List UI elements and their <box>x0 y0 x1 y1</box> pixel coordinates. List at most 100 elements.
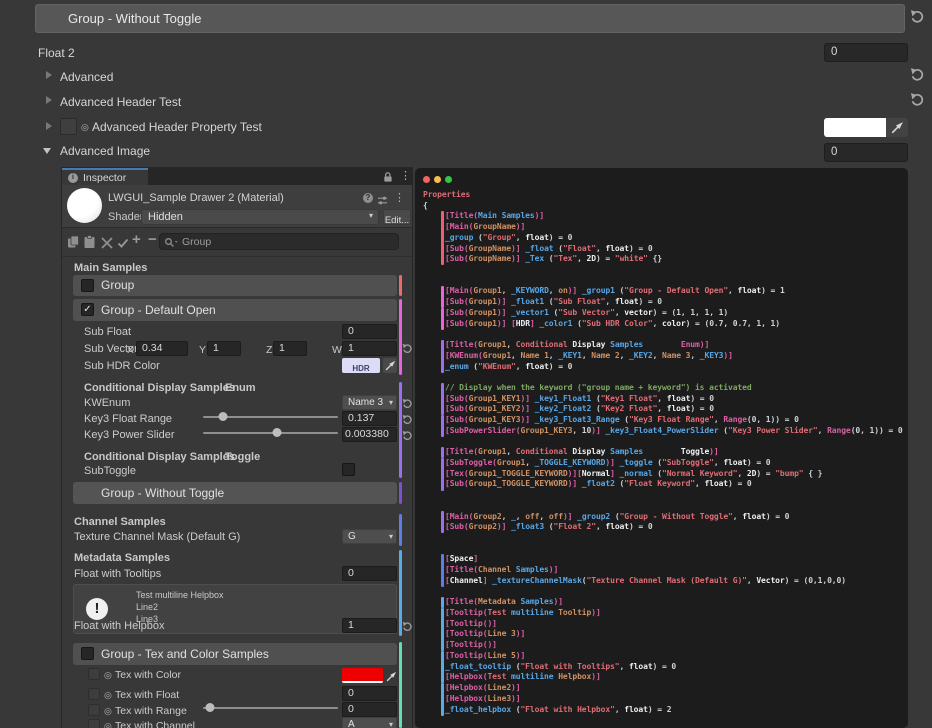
code-line: [Helpbox(Line2)] <box>423 683 908 694</box>
foldout-arrow-icon[interactable] <box>46 122 52 130</box>
search-input[interactable]: Group <box>159 233 399 250</box>
group-toggle-checkbox[interactable] <box>81 279 94 292</box>
group-header-tex-color-samples[interactable]: Group - Tex and Color Samples <box>73 643 397 665</box>
group-header-without-toggle[interactable]: Group - Without Toggle <box>35 4 905 33</box>
code-line: [Tooltip(Line 3)] <box>423 629 908 640</box>
subtoggle-checkbox[interactable] <box>342 463 355 476</box>
tex-with-range-slider[interactable] <box>203 702 338 714</box>
tex-with-float-field[interactable]: 0 <box>342 686 397 701</box>
slider-knob[interactable] <box>273 428 282 437</box>
group-toggle-checkbox[interactable]: ✓ <box>81 303 94 316</box>
lwgui-toolbar: + − Group <box>62 228 412 257</box>
advanced-foldout[interactable]: Advanced <box>60 70 113 84</box>
section-indicator-bar <box>399 642 402 728</box>
code-line: [SubToggle(Group1, _TOGGLE_KEYWORD)] _to… <box>423 458 908 469</box>
tab-label: Inspector <box>83 172 126 184</box>
advanced-header-property-test-foldout[interactable]: Advanced Header Property Test <box>92 120 262 134</box>
tab-inspector[interactable]: i Inspector <box>62 168 148 185</box>
eyedropper-icon[interactable] <box>383 358 397 373</box>
vector-x-field[interactable]: 0.34 <box>136 341 188 356</box>
group-header-default-open[interactable]: ✓ Group - Default Open <box>73 299 397 321</box>
collapse-all-icon[interactable] <box>101 236 113 254</box>
tex-with-channel-dropdown[interactable]: A▾ <box>342 717 397 728</box>
helpbox-line1: Test multiline Helpbox <box>136 590 224 600</box>
section-indicator-bar <box>399 514 402 546</box>
float-with-helpbox-field[interactable]: 1 <box>342 618 397 633</box>
vector-z-field[interactable]: 1 <box>273 341 307 356</box>
tex-with-range-field[interactable]: 0 <box>342 702 397 717</box>
key3-power-slider[interactable] <box>203 427 338 439</box>
revert-icon <box>910 9 925 24</box>
float-with-tooltips-field[interactable]: 0 <box>342 566 397 581</box>
kebab-menu-icon[interactable]: ⋮ <box>400 169 411 182</box>
code-gutter-bar <box>441 318 444 330</box>
foldout-arrow-icon[interactable] <box>46 96 52 104</box>
eyedropper-icon[interactable] <box>386 669 397 687</box>
hdr-color-swatch[interactable]: HDR <box>342 358 380 373</box>
help-icon[interactable]: ? <box>363 193 373 203</box>
foldout-arrow-icon[interactable] <box>46 71 52 79</box>
slider-knob[interactable] <box>219 412 228 421</box>
group-toggle-checkbox[interactable] <box>81 647 94 660</box>
group-header-without-toggle-inner[interactable]: Group - Without Toggle <box>73 482 397 504</box>
slider-knob[interactable] <box>205 703 214 712</box>
revert-button[interactable] <box>402 428 413 446</box>
texture-channel-mask-dropdown[interactable]: G▾ <box>342 529 397 544</box>
kebab-menu-icon[interactable]: ⋮ <box>394 191 405 204</box>
color-swatch[interactable] <box>342 668 383 683</box>
code-gutter-bar <box>441 254 444 266</box>
shader-dropdown[interactable]: Hidden ▾ <box>141 209 379 225</box>
vector-w-field[interactable]: 1 <box>342 341 397 356</box>
window-minimize-button[interactable] <box>434 176 441 183</box>
code-line: [Title(Main Samples)] <box>423 211 908 222</box>
revert-button[interactable] <box>402 341 413 359</box>
color-swatch-control[interactable] <box>824 118 908 137</box>
texture-thumbnail[interactable] <box>88 688 100 700</box>
copy-icon[interactable] <box>67 235 80 254</box>
slider-track[interactable] <box>203 432 338 434</box>
advanced-image-foldout[interactable]: Advanced Image <box>60 144 150 158</box>
screenshot-root: Group - Without Toggle Float 2 0 Advance… <box>0 0 932 728</box>
color-swatch[interactable] <box>824 118 886 137</box>
search-icon <box>164 236 178 254</box>
code-line: [Title(Metadata Samples)] <box>423 597 908 608</box>
property-checkbox[interactable] <box>60 118 77 135</box>
advanced-header-test-foldout[interactable]: Advanced Header Test <box>60 95 181 109</box>
revert-button[interactable] <box>910 9 925 29</box>
group-header-group[interactable]: Group <box>73 275 397 296</box>
material-preview-sphere[interactable] <box>67 188 102 223</box>
section-conditional-enum-right: Enum <box>225 382 256 394</box>
key3-float-range-slider[interactable] <box>203 411 338 423</box>
kwenum-dropdown[interactable]: Name 3▾ <box>342 395 397 410</box>
advanced-image-field[interactable]: 0 <box>824 143 908 162</box>
vector-x-label: X <box>127 344 134 356</box>
chevron-down-icon: ▾ <box>389 396 393 409</box>
revert-button[interactable] <box>402 619 413 637</box>
paste-icon[interactable] <box>83 235 96 254</box>
code-gutter-bar <box>441 629 444 641</box>
float2-label: Float 2 <box>38 46 75 60</box>
vector-y-field[interactable]: 1 <box>207 341 241 356</box>
window-zoom-button[interactable] <box>445 176 452 183</box>
texture-thumbnail[interactable] <box>88 668 100 680</box>
revert-button[interactable] <box>910 92 925 112</box>
section-indicator-bar <box>399 550 402 636</box>
texture-thumbnail[interactable] <box>88 704 100 716</box>
key3-float-range-field[interactable]: 0.137 <box>342 411 397 426</box>
sub-float-field[interactable]: 0 <box>342 324 397 339</box>
foldout-open-arrow-icon[interactable] <box>43 148 51 154</box>
code-line: [Main(Group1, _KEYWORD, on)] _group1 ("G… <box>423 286 908 297</box>
window-close-button[interactable] <box>423 176 430 183</box>
float2-field[interactable]: 0 <box>824 43 908 62</box>
texture-thumbnail[interactable] <box>88 719 100 728</box>
eyedropper-icon[interactable] <box>891 121 904 139</box>
float-with-tooltips-label: Float with Tooltips <box>74 568 161 580</box>
add-icon[interactable]: + <box>132 231 141 248</box>
revert-button[interactable] <box>910 67 925 87</box>
shader-edit-button[interactable]: Edit... <box>383 209 411 225</box>
slider-track[interactable] <box>203 707 338 709</box>
key3-power-slider-field[interactable]: 0.003380 <box>342 427 397 442</box>
remove-icon[interactable]: − <box>148 231 157 248</box>
checkmark-icon[interactable] <box>117 236 129 254</box>
code-line: _float_tooltip ("Float with Tooltips", f… <box>423 662 908 673</box>
